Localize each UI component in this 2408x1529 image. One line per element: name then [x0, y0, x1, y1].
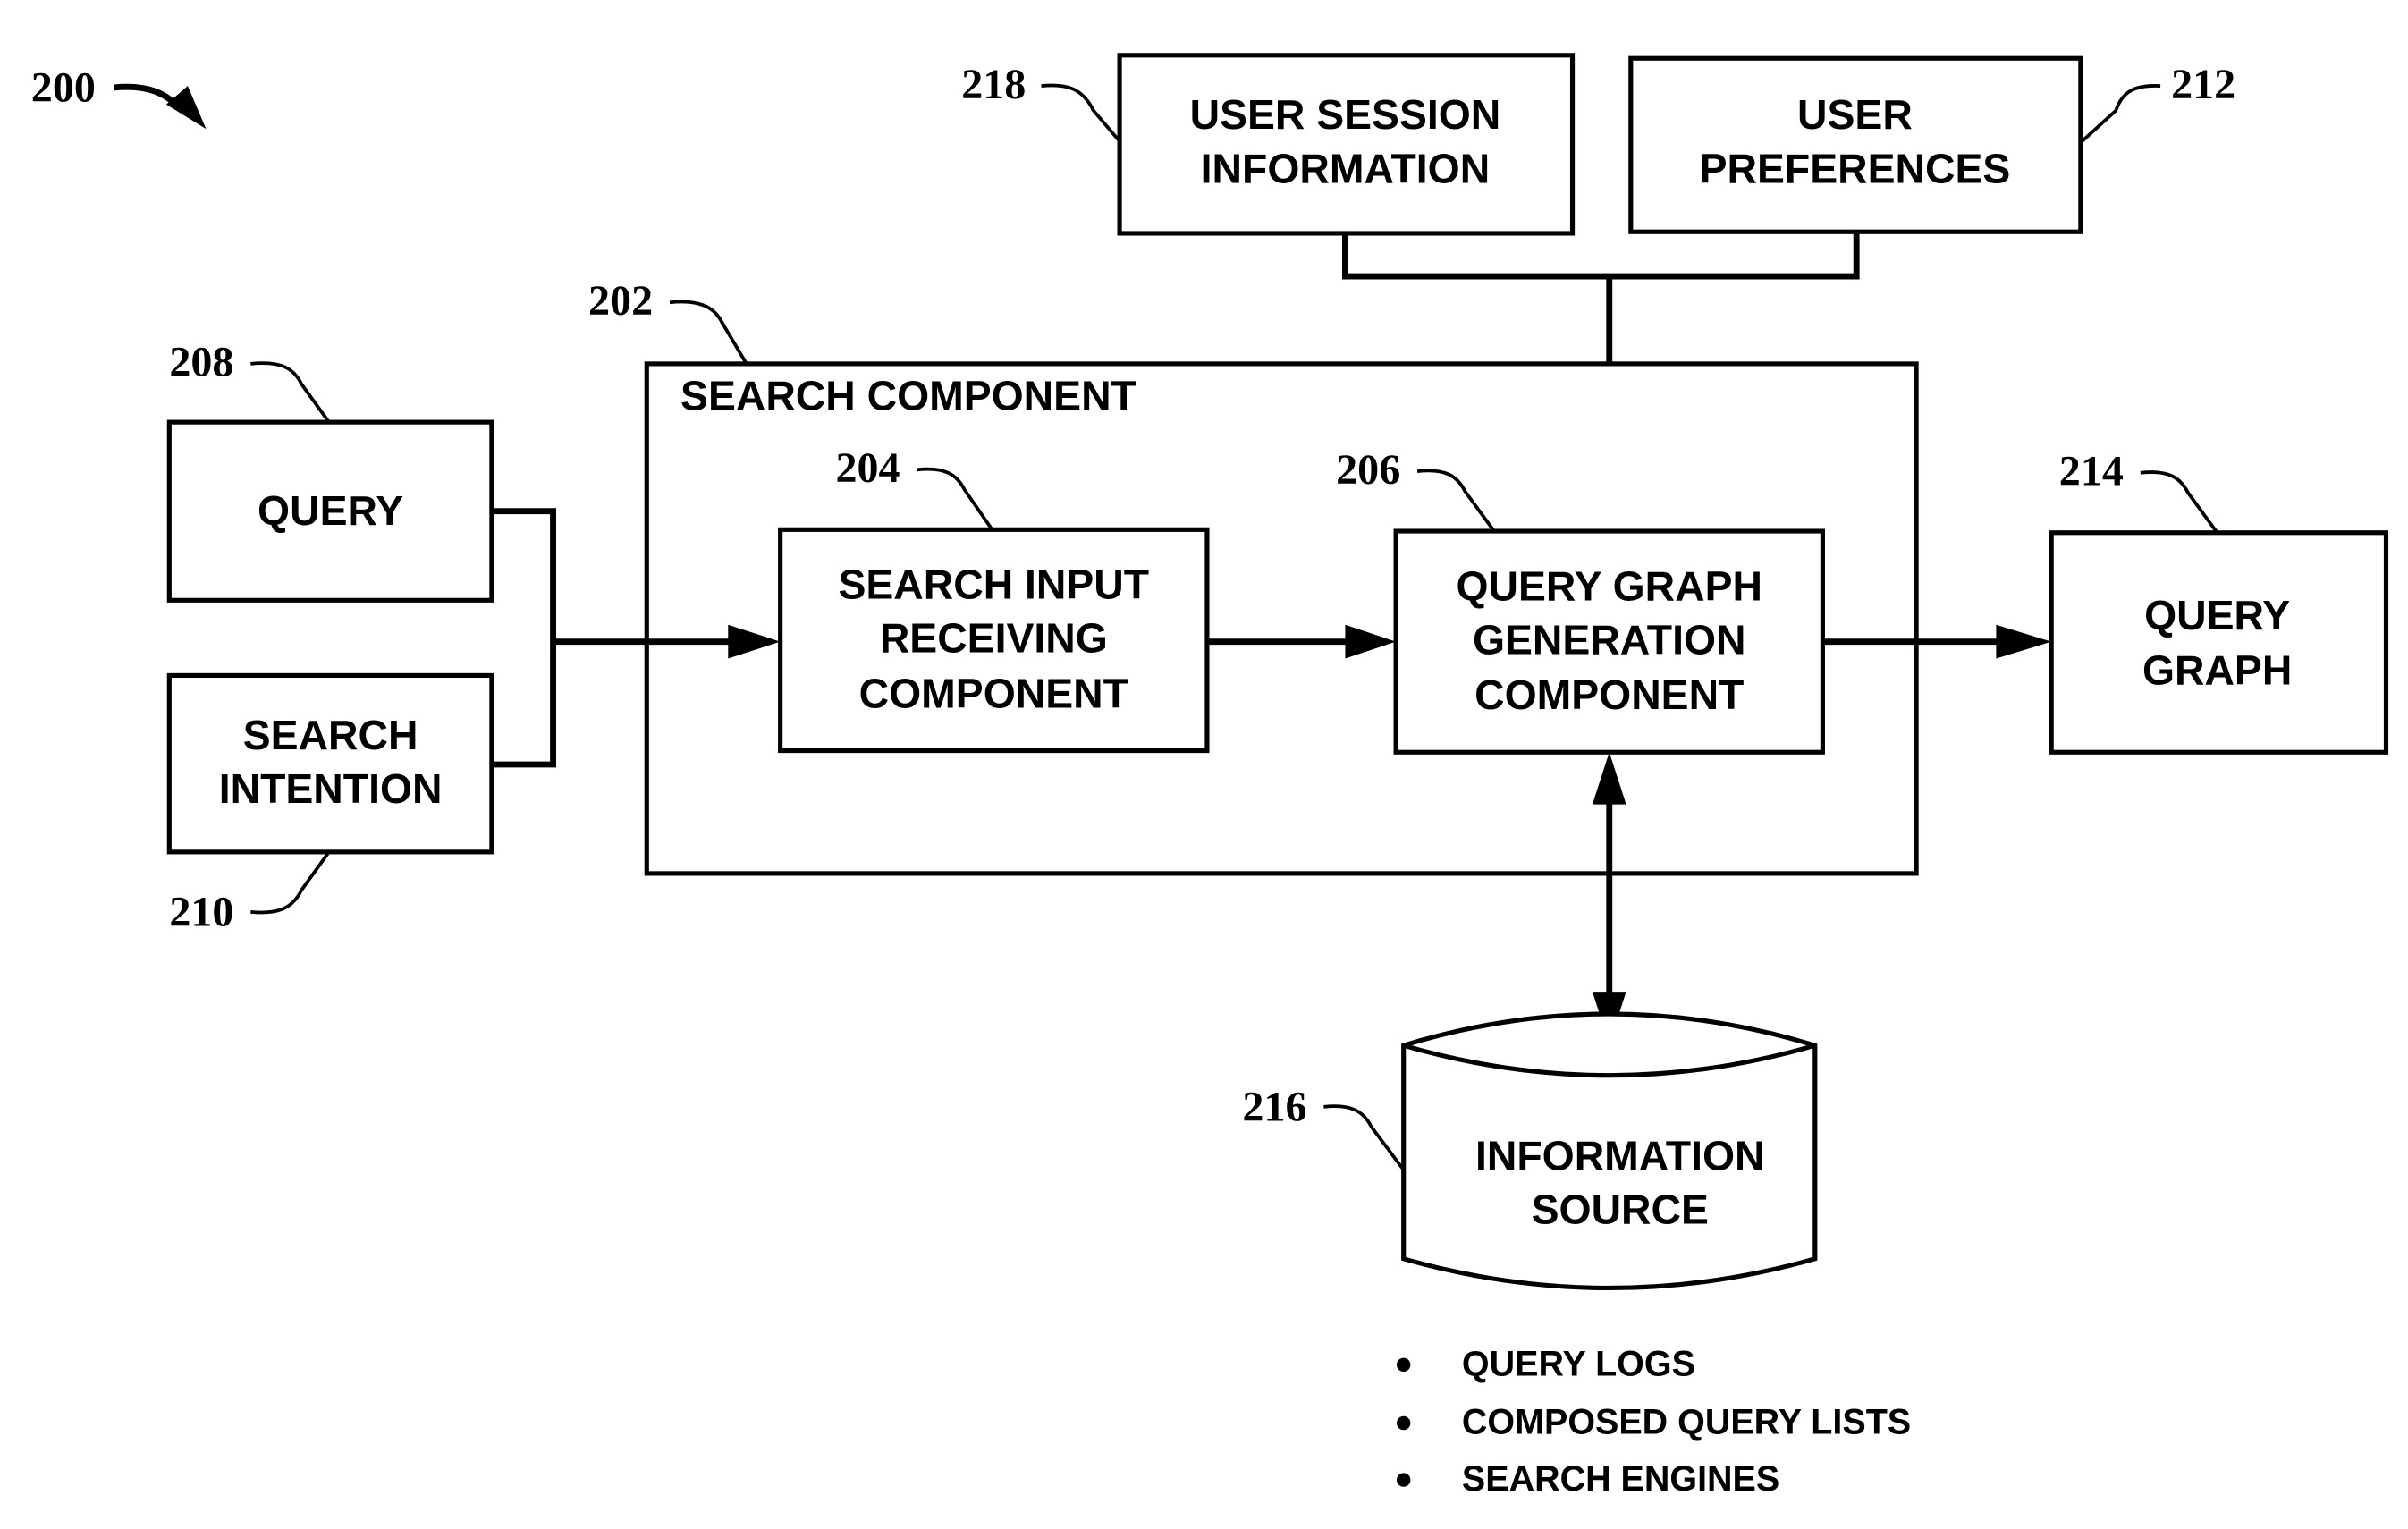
search-intention-box: [166, 672, 494, 855]
ref-218: 218: [961, 61, 1026, 108]
bullet-icon: [1396, 1473, 1411, 1487]
source-item: SEARCH ENGINES: [1462, 1459, 1779, 1499]
source-item: COMPOSED QUERY LISTS: [1462, 1403, 1911, 1442]
ref-212: 212: [2171, 61, 2235, 108]
search-input-line-1: SEARCH INPUT: [838, 562, 1149, 608]
search-intention-line-2: INTENTION: [219, 765, 443, 812]
source-item: QUERY LOGS: [1462, 1344, 1695, 1383]
leader-202: [669, 300, 748, 365]
input-bracket-connector: [491, 508, 556, 768]
arrowhead-right-icon: [1996, 624, 2052, 659]
ref-208: 208: [169, 339, 233, 386]
leader-212: [2081, 84, 2161, 143]
generation-line-1: QUERY GRAPH: [1457, 562, 1763, 609]
ref-202: 202: [588, 277, 653, 325]
leader-208: [250, 361, 331, 424]
user-session-line-2: INFORMATION: [1201, 145, 1491, 191]
figure-pointer-arrowhead-icon: [165, 86, 207, 130]
top-bracket-connector: [1342, 232, 1860, 280]
ref-206: 206: [1336, 446, 1400, 494]
leader-214: [2140, 470, 2219, 534]
query-graph-line-1: QUERY: [2144, 592, 2290, 638]
search-input-line-3: COMPONENT: [859, 670, 1128, 716]
bullet-icon: [1396, 1357, 1411, 1373]
user-preferences-line-1: USER: [1797, 91, 1913, 138]
information-source-line-1: INFORMATION: [1475, 1132, 1765, 1178]
system-diagram: 200 USER SESSION INFORMATION 218 USER PR…: [31, 53, 2389, 1499]
ref-210: 210: [169, 888, 233, 935]
user-preferences-line-2: PREFERENCES: [1700, 145, 2011, 191]
query-line-1: QUERY: [258, 487, 403, 534]
user-session-line-1: USER SESSION: [1190, 91, 1501, 138]
leader-216: [1323, 1104, 1406, 1171]
ref-200: 200: [31, 63, 96, 111]
query-graph-box: [2049, 530, 2389, 755]
information-source-line-2: SOURCE: [1532, 1186, 1709, 1232]
query-graph-line-2: GRAPH: [2142, 647, 2292, 694]
leader-210: [250, 850, 331, 915]
generation-line-2: GENERATION: [1473, 616, 1746, 663]
ref-214: 214: [2059, 448, 2124, 495]
ref-204: 204: [835, 444, 900, 492]
generation-line-3: COMPONENT: [1474, 672, 1744, 718]
ref-216: 216: [1242, 1083, 1306, 1130]
search-input-line-2: RECEIVING: [880, 615, 1108, 662]
search-intention-line-1: SEARCH: [243, 712, 418, 758]
search-component-title: SEARCH COMPONENT: [680, 372, 1136, 418]
bullet-icon: [1396, 1415, 1411, 1431]
leader-218: [1041, 83, 1121, 143]
